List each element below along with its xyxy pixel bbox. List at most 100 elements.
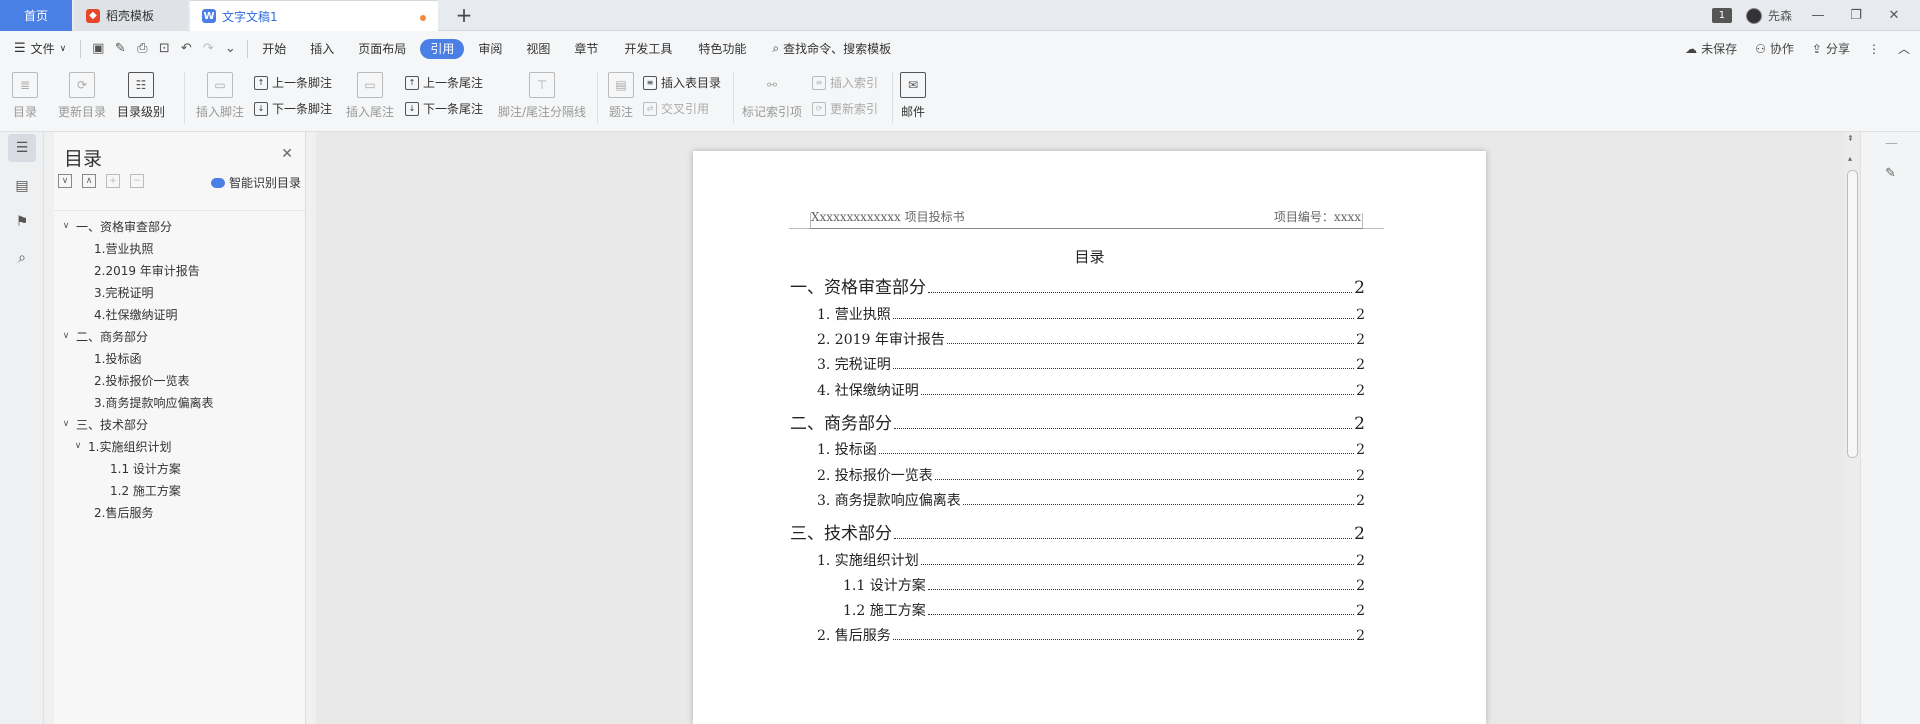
next-endnote-button[interactable]: ↓ 下一条尾注: [405, 100, 483, 117]
scroll-top-icon[interactable]: ⇞: [1847, 134, 1854, 143]
collapse-ribbon-icon[interactable]: ︿: [1898, 40, 1910, 57]
close-button[interactable]: ✕: [1882, 8, 1906, 23]
toc-entry[interactable]: 三、技术部分 2: [790, 519, 1365, 544]
toc-entry[interactable]: 3. 商务提款响应偏离表 2: [817, 490, 1365, 510]
toc-entry[interactable]: 2. 2019 年审计报告 2: [817, 329, 1365, 349]
remove-icon[interactable]: −: [130, 174, 144, 188]
nav-outline-item[interactable]: 3.完税证明: [54, 281, 305, 303]
toc-button[interactable]: ≣ 目录: [12, 72, 38, 120]
insert-endnote-button[interactable]: ▭ 插入尾注: [346, 72, 394, 120]
mail-button[interactable]: ✉ 邮件: [900, 72, 926, 120]
print-icon[interactable]: ⎙: [131, 38, 153, 60]
nav-outline-item[interactable]: ∨ 三、技术部分: [54, 413, 305, 435]
toc-entry[interactable]: 3. 完税证明 2: [817, 354, 1365, 374]
share-button[interactable]: ⇪ 分享: [1812, 40, 1850, 57]
pen-icon[interactable]: ✎: [1885, 166, 1901, 182]
minimize-panel-icon[interactable]: —: [1885, 136, 1901, 152]
menu-chapter[interactable]: 章节: [566, 37, 606, 61]
nav-outline-item[interactable]: 2.2019 年审计报告: [54, 259, 305, 281]
find-icon[interactable]: ⌕: [8, 244, 36, 272]
toc-entry[interactable]: 1. 实施组织计划 2: [817, 550, 1365, 570]
minimize-button[interactable]: —: [1806, 8, 1830, 23]
nav-outline-item[interactable]: ∨ 1.实施组织计划: [54, 435, 305, 457]
next-footnote-button[interactable]: ↓ 下一条脚注: [254, 100, 332, 117]
menu-developer[interactable]: 开发工具: [616, 37, 680, 61]
add-icon[interactable]: +: [106, 174, 120, 188]
chevron-down-icon[interactable]: ∨: [60, 331, 72, 341]
close-icon[interactable]: ✕: [281, 146, 293, 162]
nav-outline-item[interactable]: ∨ 一、资格审查部分: [54, 215, 305, 237]
save-icon[interactable]: ▣: [87, 38, 109, 60]
divider: [597, 72, 598, 124]
caption-button[interactable]: ▤ 题注: [608, 72, 634, 120]
insert-table-toc-button[interactable]: ≡ 插入表目录: [643, 74, 721, 91]
format-painter-icon[interactable]: ✎: [109, 38, 131, 60]
scroll-thumb[interactable]: [1847, 170, 1858, 458]
unsaved-button[interactable]: ☁ 未保存: [1685, 40, 1737, 57]
tab-home[interactable]: 首页: [0, 0, 72, 31]
collaborate-button[interactable]: ⚇ 协作: [1755, 40, 1794, 57]
vertical-scrollbar[interactable]: ⇞ ▴: [1844, 132, 1860, 724]
update-toc-button[interactable]: ⟳ 更新目录: [58, 72, 106, 120]
toc-entry[interactable]: 1. 营业执照 2: [817, 304, 1365, 324]
toc-nav-icon[interactable]: ☰: [8, 134, 36, 162]
new-tab-button[interactable]: +: [452, 2, 476, 28]
redo-icon[interactable]: ↷: [197, 38, 219, 60]
cross-reference-button[interactable]: ⇄ 交叉引用: [643, 100, 709, 117]
nav-outline-item[interactable]: ∨ 二、商务部分: [54, 325, 305, 347]
toc-entry[interactable]: 2. 售后服务 2: [817, 625, 1365, 645]
customize-toolbar-icon[interactable]: ⌄: [219, 38, 241, 60]
window-count-badge[interactable]: 1: [1711, 8, 1732, 23]
page-thumbnail-icon[interactable]: ▤: [8, 172, 36, 200]
toc-entry[interactable]: 1.1 设计方案 2: [843, 575, 1365, 595]
separator-line-button[interactable]: ⊤ 脚注/尾注分隔线: [498, 72, 586, 120]
toc-entry[interactable]: 4. 社保缴纳证明 2: [817, 380, 1365, 400]
toc-entry[interactable]: 2. 投标报价一览表 2: [817, 465, 1365, 485]
toc-entry[interactable]: 1.2 施工方案 2: [843, 600, 1365, 620]
print-preview-icon[interactable]: ⊡: [153, 38, 175, 60]
menu-start[interactable]: 开始: [254, 37, 294, 61]
file-menu[interactable]: ☰ 文件 ∨: [0, 37, 74, 61]
toc-entry[interactable]: 二、商务部分 2: [790, 409, 1365, 434]
nav-outline-item[interactable]: 2.售后服务: [54, 501, 305, 523]
toc-entry[interactable]: 一、资格审查部分 2: [790, 273, 1365, 298]
document-page[interactable]: Xxxxxxxxxxxxx 项目投标书 项目编号：xxxx 目录 一、资格审查部…: [693, 151, 1486, 724]
insert-footnote-button[interactable]: ▭ 插入脚注: [196, 72, 244, 120]
user-account[interactable]: 先森: [1745, 7, 1792, 24]
restore-button[interactable]: ❐: [1844, 8, 1868, 23]
nav-outline-item[interactable]: 2.投标报价一览表: [54, 369, 305, 391]
prev-footnote-button[interactable]: ↑ 上一条脚注: [254, 74, 332, 91]
docer-icon: ◆: [86, 8, 100, 23]
command-search[interactable]: ⌕ 查找命令、搜索模板: [764, 37, 899, 61]
nav-outline-item[interactable]: 1.营业执照: [54, 237, 305, 259]
prev-endnote-button[interactable]: ↑ 上一条尾注: [405, 74, 483, 91]
scroll-up-icon[interactable]: ▴: [1848, 154, 1852, 163]
menu-insert[interactable]: 插入: [302, 37, 342, 61]
toc-entry[interactable]: 1. 投标函 2: [817, 439, 1365, 459]
undo-icon[interactable]: ↶: [175, 38, 197, 60]
collapse-icon[interactable]: ∧: [82, 174, 96, 188]
menu-review[interactable]: 审阅: [470, 37, 510, 61]
nav-outline-item[interactable]: 1.投标函: [54, 347, 305, 369]
menu-references[interactable]: 引用: [420, 38, 465, 59]
mark-index-button[interactable]: ⚯ 标记索引项: [742, 72, 802, 120]
chevron-down-icon[interactable]: ∨: [60, 221, 72, 231]
menu-view[interactable]: 视图: [518, 37, 558, 61]
more-icon[interactable]: ⋮: [1868, 42, 1880, 56]
nav-outline-item[interactable]: 4.社保缴纳证明: [54, 303, 305, 325]
tab-document[interactable]: W 文字文稿1: [190, 0, 438, 31]
bookmark-icon[interactable]: ⚑: [8, 208, 36, 236]
nav-outline-item[interactable]: 1.1 设计方案: [54, 457, 305, 479]
insert-index-button[interactable]: ≡ 插入索引: [812, 74, 878, 91]
chevron-down-icon[interactable]: ∨: [72, 441, 84, 451]
smart-toc-button[interactable]: 智能识别目录: [210, 174, 301, 191]
menu-page-layout[interactable]: 页面布局: [350, 37, 414, 61]
chevron-down-icon[interactable]: ∨: [60, 419, 72, 429]
tab-template[interactable]: ◆ 稻壳模板: [74, 0, 188, 31]
update-index-button[interactable]: ⟳ 更新索引: [812, 100, 878, 117]
toc-level-button[interactable]: ☷ 目录级别: [117, 72, 165, 120]
nav-outline-item[interactable]: 3.商务提款响应偏离表: [54, 391, 305, 413]
expand-icon[interactable]: ∨: [58, 174, 72, 188]
nav-outline-item[interactable]: 1.2 施工方案: [54, 479, 305, 501]
menu-special[interactable]: 特色功能: [690, 37, 754, 61]
